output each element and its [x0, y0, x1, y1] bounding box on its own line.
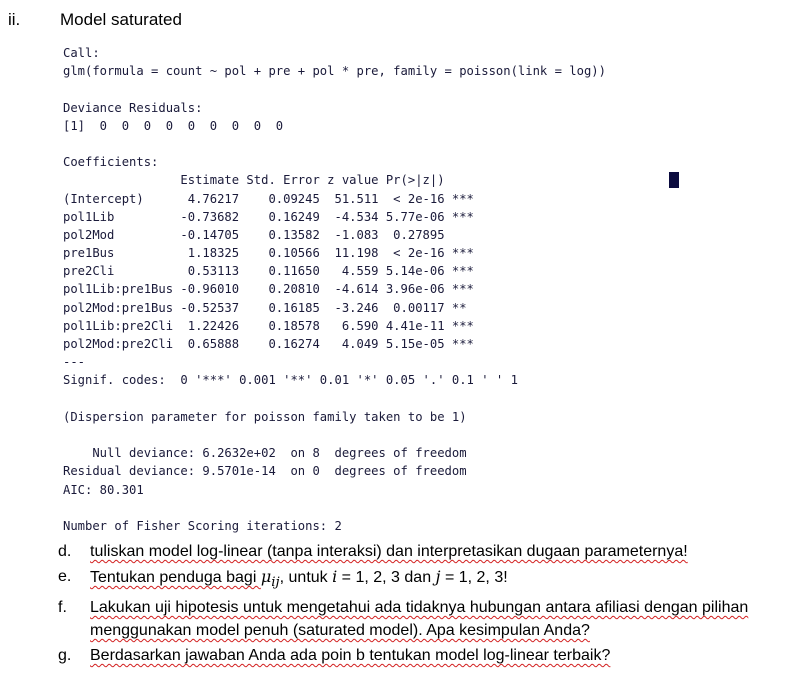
output-line: pol1Lib -0.73682 0.16249 -4.534 5.77e-06… — [63, 209, 474, 224]
output-line: pol2Mod:pre2Cli 0.65888 0.16274 4.049 5.… — [63, 337, 474, 351]
question-label: e. — [58, 568, 72, 585]
question-g: g. Berdasarkan jawaban Anda ada poin b t… — [58, 644, 803, 667]
output-line: Number of Fisher Scoring iterations: 2 — [63, 518, 342, 533]
output-line: --- — [63, 355, 86, 370]
question-d: d. tuliskan model log-linear (tanpa inte… — [58, 540, 803, 563]
question-f: f. Lakukan uji hipotesis untuk mengetahu… — [58, 596, 803, 642]
output-line: pol1Lib:pre1Bus -0.96010 0.20810 -4.614 … — [63, 282, 474, 297]
output-line: Null deviance: 6.2632e+02 on 8 degrees o… — [63, 446, 467, 461]
question-e: e. Tentukan penduga bagi μij, untuk i = … — [58, 565, 803, 594]
output-line: Signif. codes: 0 '***' 0.001 '**' 0.01 '… — [63, 373, 518, 388]
output-line: pol1Lib:pre2Cli 1.22426 0.18578 6.590 4.… — [63, 318, 474, 333]
output-line: Estimate Std. Error z value Pr(>|z|) — [63, 173, 445, 188]
output-line: Residual deviance: 9.5701e-14 on 0 degre… — [63, 464, 467, 479]
question-text: tuliskan model log-linear (tanpa interak… — [90, 543, 688, 560]
question-label: g. — [58, 647, 72, 665]
question-label: d. — [58, 543, 72, 560]
text-cursor — [669, 172, 679, 188]
output-line: pol2Mod -0.14705 0.13582 -1.083 0.27895 — [63, 227, 445, 242]
output-line: pre1Bus 1.18325 0.10566 11.198 < 2e-16 *… — [63, 246, 474, 261]
section-title: Model saturated — [60, 10, 182, 29]
question-text: Berdasarkan jawaban Anda ada poin b tent… — [90, 647, 611, 665]
section-number: ii. — [8, 10, 21, 29]
output-line: glm(formula = count ~ pol + pre + pol * … — [63, 64, 606, 79]
question-list: d. tuliskan model log-linear (tanpa inte… — [58, 540, 803, 669]
output-line: [1] 0 0 0 0 0 0 0 0 0 — [63, 118, 284, 133]
output-line: (Intercept) 4.76217 0.09245 51.511 < 2e-… — [63, 191, 474, 206]
output-line: Call: — [63, 46, 100, 60]
question-label: f. — [58, 599, 67, 617]
output-line: pre2Cli 0.53113 0.11650 4.559 5.14e-06 *… — [63, 264, 474, 279]
r-glm-output: Call: glm(formula = count ~ pol + pre + p… — [63, 44, 606, 535]
output-line: pol2Mod:pre1Bus -0.52537 0.16185 -3.246 … — [63, 300, 467, 315]
output-line: (Dispersion parameter for poisson family… — [63, 409, 467, 424]
section-heading: ii. Model saturated — [8, 10, 182, 30]
output-line: Coefficients: — [63, 155, 159, 170]
question-text: Lakukan uji hipotesis untuk mengetahui a… — [90, 599, 749, 640]
question-text: Tentukan penduga bagi μij, untuk i = 1, … — [90, 567, 508, 591]
output-line: Deviance Residuals: — [63, 100, 203, 115]
output-line: AIC: 80.301 — [63, 482, 144, 497]
